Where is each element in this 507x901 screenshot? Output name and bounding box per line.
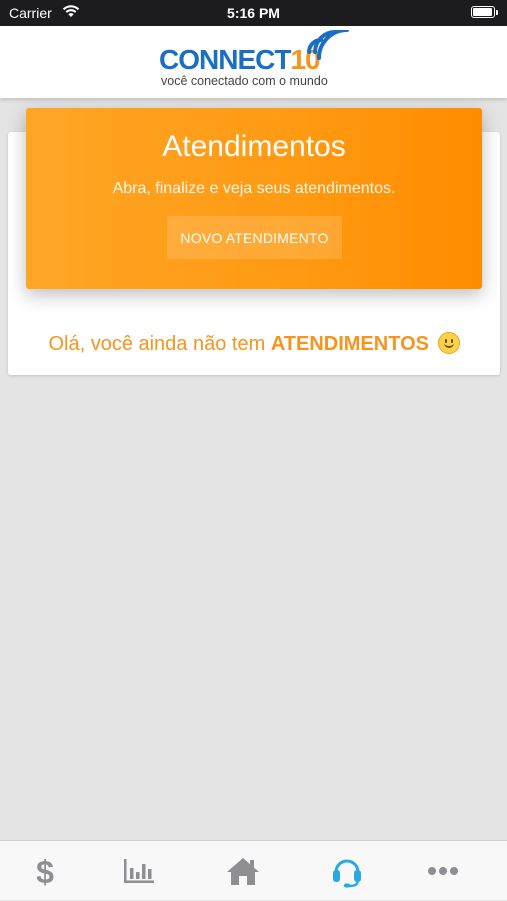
bar-chart-icon bbox=[124, 859, 154, 883]
home-icon bbox=[227, 858, 259, 885]
atendimentos-banner: Atendimentos Abra, finalize e veja seus … bbox=[26, 108, 482, 289]
battery-icon bbox=[471, 6, 498, 18]
headset-icon bbox=[333, 859, 361, 888]
new-atendimento-button[interactable]: NOVO ATENDIMENTO bbox=[167, 216, 342, 259]
app-header: CONNECT10 você conectado com o mundo bbox=[0, 26, 507, 98]
connect10-logo: CONNECT10 você conectado com o mundo bbox=[155, 30, 355, 90]
empty-state-message: Olá, você ainda não tem ATENDIMENTOS bbox=[8, 332, 500, 356]
tab-atendimentos[interactable] bbox=[297, 841, 397, 901]
tab-more[interactable] bbox=[393, 841, 493, 901]
empty-state-emphasis: ATENDIMENTOS bbox=[270, 333, 429, 355]
tab-consumo[interactable] bbox=[89, 841, 189, 901]
page-title: Atendimentos bbox=[162, 130, 346, 163]
tab-financeiro[interactable]: $ bbox=[0, 841, 95, 901]
more-icon bbox=[428, 867, 458, 875]
logo-brand: CONNECT10 bbox=[159, 44, 321, 76]
logo-tagline: você conectado com o mundo bbox=[161, 74, 328, 88]
tab-home[interactable] bbox=[193, 841, 293, 901]
smile-emoji-icon bbox=[437, 332, 460, 354]
logo-brand-main: CONNECT bbox=[159, 44, 291, 75]
page-subtitle: Abra, finalize e veja seus atendimentos. bbox=[112, 180, 396, 197]
dollar-icon: $ bbox=[36, 854, 54, 888]
empty-state-prefix: Olá, você ainda não tem bbox=[48, 333, 271, 355]
signal-icon bbox=[307, 30, 349, 60]
status-time: 5:16 PM bbox=[227, 5, 280, 21]
status-bar: Carrier 5:16 PM bbox=[0, 0, 507, 26]
tab-bar: $ bbox=[0, 840, 507, 900]
svg-text:$: $ bbox=[36, 854, 54, 888]
